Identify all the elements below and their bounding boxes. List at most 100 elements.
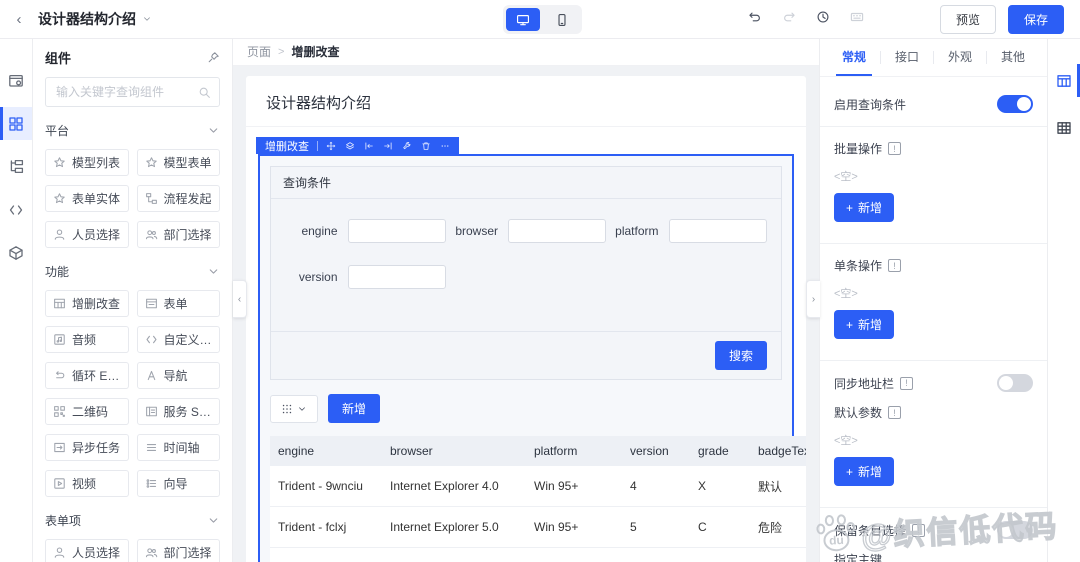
desktop-device-button[interactable]	[506, 8, 540, 31]
undo-button[interactable]	[748, 10, 762, 24]
chevron-down-icon	[207, 514, 220, 527]
component-search-input[interactable]	[54, 84, 192, 100]
component-chip-音频[interactable]: 音频	[45, 326, 129, 353]
properties-body: 启用查询条件 批量操作! <空> + 新增 单条操作! <空> + 新增 同步地址栏! 默认参数! <…	[820, 77, 1047, 562]
rail-item-components[interactable]	[0, 107, 32, 140]
engine-input[interactable]	[347, 219, 446, 243]
plus-icon: +	[846, 200, 854, 215]
wrench-icon[interactable]	[402, 141, 412, 151]
trash-icon[interactable]	[421, 141, 431, 151]
undo-icon	[748, 10, 762, 24]
table-cell: Win 95+	[526, 506, 622, 548]
panel-divider	[820, 126, 1047, 127]
add-button-默认参数[interactable]: + 新增	[834, 457, 895, 486]
mobile-device-button[interactable]	[545, 8, 579, 31]
save-button[interactable]: 保存	[1007, 4, 1064, 34]
component-chip-模型表单[interactable]: 模型表单	[136, 149, 220, 176]
component-chip-部门选择[interactable]: 部门选择	[136, 221, 220, 248]
component-chip-label: 异步任务	[72, 441, 121, 455]
component-chip-服务 Ser...[interactable]: 服务 Ser...	[136, 398, 220, 425]
table-cell: A	[690, 547, 750, 562]
keyboard-button[interactable]	[850, 10, 864, 24]
query-field-engine: engine	[285, 219, 446, 243]
component-chip-部门选择[interactable]: 部门选择	[136, 539, 220, 562]
redo-button[interactable]	[782, 10, 796, 24]
properties-panel: 常规 接口 外观 其他 启用查询条件 批量操作! <空> + 新增 单条操作! <空> + 新增 同步地…	[819, 38, 1047, 562]
component-chip-视频[interactable]: 视频	[45, 470, 129, 497]
section-header-1[interactable]: 功能	[45, 263, 220, 280]
history-button[interactable]	[816, 10, 830, 24]
component-chip-向导[interactable]: 向导	[136, 470, 220, 497]
section-header-0[interactable]: 平台	[45, 122, 220, 139]
tab-常规[interactable]: 常规	[828, 38, 880, 76]
view-switch-button[interactable]	[270, 394, 318, 423]
component-chip-二维码[interactable]: 二维码	[45, 398, 129, 425]
dots-icon[interactable]	[440, 141, 450, 151]
section-header-2[interactable]: 表单项	[45, 512, 220, 529]
component-chip-label: 部门选择	[163, 546, 212, 560]
breadcrumb-root[interactable]: 页面	[247, 43, 271, 60]
component-chip-异步任务[interactable]: 异步任务	[45, 434, 129, 461]
info-icon: !	[888, 142, 902, 155]
crud-component-wrapper: 增删改查 查询条件 engine browser platform version	[256, 137, 806, 562]
search-button[interactable]: 搜索	[714, 341, 767, 370]
insert-right-icon[interactable]	[383, 141, 393, 151]
page-title-header[interactable]: 设计器结构介绍	[38, 9, 152, 29]
property-label-text: 启用查询条件	[834, 97, 907, 112]
app-title: 设计器结构介绍	[38, 11, 136, 27]
tab-其他[interactable]: 其他	[987, 38, 1039, 76]
component-chip-人员选择[interactable]: 人员选择	[45, 221, 129, 248]
component-chip-流程发起[interactable]: 流程发起	[136, 185, 220, 212]
tab-接口[interactable]: 接口	[881, 38, 933, 76]
page-canvas[interactable]: 设计器结构介绍 增删改查 查询条件 engine browser platform	[246, 76, 806, 562]
properties-tabs: 常规 接口 外观 其他	[820, 38, 1047, 77]
data-table: engine browser platform version grade badgeTe…	[270, 436, 806, 562]
rail-item-source-code[interactable]	[0, 193, 32, 226]
pin-icon[interactable]	[207, 51, 220, 64]
component-chip-模型列表[interactable]: 模型列表	[45, 149, 129, 176]
tab-外观[interactable]: 外观	[934, 38, 986, 76]
toggle-启用查询条件[interactable]	[997, 95, 1033, 113]
device-toggle-group	[503, 5, 582, 34]
component-chip-表单[interactable]: 表单	[136, 290, 220, 317]
rail-item-model-cube[interactable]	[0, 236, 32, 269]
history-icon	[816, 10, 830, 24]
collapse-left-panel-handle[interactable]: ‹	[233, 280, 247, 318]
component-chip-增删改查[interactable]: 增删改查	[45, 290, 129, 317]
search-icon	[198, 86, 211, 99]
collapse-right-panel-handle[interactable]: ›	[806, 280, 820, 318]
platform-input[interactable]	[668, 219, 767, 243]
info-icon: !	[888, 406, 902, 419]
right-rail-item-table-grid[interactable]	[1048, 111, 1080, 144]
layers-icon[interactable]	[345, 141, 355, 151]
outline-tree-icon	[8, 159, 24, 175]
preview-button[interactable]: 预览	[939, 4, 996, 34]
component-chip-label: 循环 Each	[72, 369, 124, 383]
add-button-单条操作[interactable]: + 新增	[834, 310, 895, 339]
browser-input[interactable]	[508, 219, 606, 243]
keyboard-icon	[850, 10, 864, 24]
component-chip-人员选择[interactable]: 人员选择	[45, 539, 129, 562]
component-chip-导航[interactable]: 导航	[136, 362, 220, 389]
people-icon	[145, 546, 158, 559]
crud-component[interactable]: 查询条件 enginebrowserplatform version 搜索	[258, 154, 806, 562]
insert-left-icon[interactable]	[364, 141, 374, 151]
component-chip-时间轴[interactable]: 时间轴	[136, 434, 220, 461]
person-icon	[53, 546, 66, 559]
component-chip-label: 模型表单	[163, 156, 212, 170]
add-button-批量操作[interactable]: + 新增	[834, 193, 895, 222]
rail-item-outline-tree[interactable]	[0, 150, 32, 183]
rail-item-page-settings[interactable]	[0, 64, 32, 97]
back-button[interactable]: ‹	[0, 11, 38, 28]
toggle-保留条目选择[interactable]	[997, 521, 1033, 539]
component-chip-自定义代码[interactable]: 自定义代码	[136, 326, 220, 353]
component-chip-循环 Each[interactable]: 循环 Each	[45, 362, 129, 389]
move-icon[interactable]	[326, 141, 336, 151]
component-chip-表单实体[interactable]: 表单实体	[45, 185, 129, 212]
toggle-同步地址栏[interactable]	[997, 374, 1033, 392]
right-rail-item-table-config[interactable]	[1048, 64, 1080, 97]
add-row-button[interactable]: 新增	[328, 394, 381, 423]
version-input[interactable]	[347, 265, 446, 289]
audio-icon	[53, 333, 66, 346]
table-cell: Internet Explorer 4.0	[382, 466, 526, 507]
